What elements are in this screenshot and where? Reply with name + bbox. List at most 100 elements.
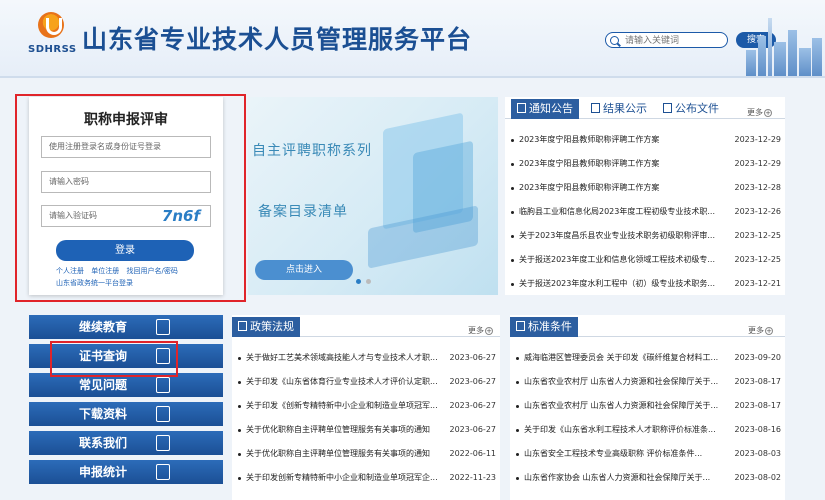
bullet-icon [238, 429, 241, 432]
list-item-date: 2023-12-28 [734, 183, 782, 192]
list-item-title[interactable]: 山东省安全工程技术专业高级职称 评价标准条件... [524, 442, 732, 466]
menu-continuing-education[interactable]: 继续教育 [29, 315, 223, 339]
list-item-title[interactable]: 关于2023年度昌乐县农业专业技术职务初级职称评审... [519, 224, 727, 248]
list-item[interactable]: 威海临港区管理委员会 关于印发《碳纤维复合材料工... 2023-09-20 [510, 346, 785, 370]
bullet-icon [511, 163, 514, 166]
login-highlight-box [15, 94, 246, 302]
plus-circle-icon: + [765, 327, 773, 335]
list-item-title[interactable]: 关于印发《山东省体育行业专业技术人才评价认定职... [246, 370, 454, 394]
list-item-title[interactable]: 山东省农业农村厅 山东省人力资源和社会保障厅关于... [524, 394, 732, 418]
standards-header: 标准条件 更多 + [510, 315, 785, 337]
bullet-icon [516, 453, 519, 456]
tab-standards[interactable]: 标准条件 [510, 317, 578, 337]
question-icon [156, 377, 170, 393]
list-item[interactable]: 临朐县工业和信息化局2023年度工程初级专业技术职... 2023-12-26 [505, 200, 785, 224]
bullet-icon [516, 477, 519, 480]
list-item[interactable]: 关于印发《山东省体育行业专业技术人才评价认定职... 2023-06-27 [232, 370, 500, 394]
bullet-icon [511, 283, 514, 286]
list-item[interactable]: 2023年度宁阳县教师职称评聘工作方案 2023-12-28 [505, 176, 785, 200]
download-icon [156, 406, 170, 422]
list-item-title[interactable]: 临朐县工业和信息化局2023年度工程初级专业技术职... [519, 200, 727, 224]
list-item[interactable]: 关于优化职称自主评聘单位管理服务有关事项的通知 2023-06-27 [232, 418, 500, 442]
bullet-icon [511, 211, 514, 214]
standards-more-link[interactable]: 更多 + [748, 325, 773, 336]
list-item-title[interactable]: 2023年度宁阳县教师职称评聘工作方案 [519, 176, 727, 200]
list-item[interactable]: 山东省作家协会 山东省人力资源和社会保障厅关于... 2023-08-02 [510, 466, 785, 490]
list-item-date: 2022-11-23 [449, 473, 497, 482]
list-item[interactable]: 关于报送2023年度水利工程中（初）级专业技术职务... 2023-12-21 [505, 272, 785, 296]
list-item-title[interactable]: 关于报送2023年度工业和信息化领域工程技术初级专... [519, 248, 727, 272]
list-item-date: 2023-08-02 [734, 473, 782, 482]
list-item[interactable]: 关于印发《创新专精特新中小企业和制造业单项冠军... 2023-06-27 [232, 394, 500, 418]
carousel-dot[interactable] [366, 279, 371, 284]
list-item[interactable]: 2023年度宁阳县教师职称评聘工作方案 2023-12-29 [505, 128, 785, 152]
notice-icon [517, 103, 526, 113]
policy-more-link[interactable]: 更多 + [468, 325, 493, 336]
notice-more-link[interactable]: 更多 + [747, 107, 772, 118]
bullet-icon [516, 381, 519, 384]
document-icon [663, 103, 672, 113]
list-item-title[interactable]: 关于报送2023年度水利工程中（初）级专业技术职务... [519, 272, 727, 296]
list-item[interactable]: 关于优化职称自主评聘单位管理服务有关事项的通知 2022-06-11 [232, 442, 500, 466]
list-item-date: 2023-06-27 [449, 377, 497, 386]
list-item[interactable]: 山东省农业农村厅 山东省人力资源和社会保障厅关于... 2023-08-17 [510, 394, 785, 418]
list-item-title[interactable]: 关于印发创新专精特新中小企业和制造业单项冠军企... [246, 466, 454, 490]
list-item-title[interactable]: 威海临港区管理委员会 关于印发《碳纤维复合材料工... [524, 346, 732, 370]
list-item-date: 2023-08-16 [734, 425, 782, 434]
bullet-icon [516, 357, 519, 360]
list-item-date: 2023-06-27 [449, 401, 497, 410]
list-item-title[interactable]: 关于印发《创新专精特新中小企业和制造业单项冠军... [246, 394, 454, 418]
list-item[interactable]: 关于做好工艺美术领域高技能人才与专业技术人才职... 2023-06-27 [232, 346, 500, 370]
notice-panel: 通知公告 结果公示 公布文件 更多 + 2023年度宁阳县教师职称评聘工作方案 20… [505, 97, 785, 295]
menu-downloads[interactable]: 下载资料 [29, 402, 223, 426]
tab-notice[interactable]: 通知公告 [511, 99, 579, 119]
site-header: SDHRSS 山东省专业技术人员管理服务平台 搜索 [0, 0, 825, 78]
bullet-icon [511, 235, 514, 238]
list-item-title[interactable]: 关于做好工艺美术领域高技能人才与专业技术人才职... [246, 346, 454, 370]
menu-contact-us[interactable]: 联系我们 [29, 431, 223, 455]
list-item[interactable]: 山东省农业农村厅 山东省人力资源和社会保障厅关于... 2023-08-17 [510, 370, 785, 394]
list-item-date: 2023-09-20 [734, 353, 782, 362]
chart-icon [156, 464, 170, 480]
logo-text: SDHRSS [28, 44, 77, 55]
site-title: 山东省专业技术人员管理服务平台 [82, 25, 473, 54]
list-item-title[interactable]: 关于优化职称自主评聘单位管理服务有关事项的通知 [246, 442, 454, 466]
list-item-title[interactable]: 山东省农业农村厅 山东省人力资源和社会保障厅关于... [524, 370, 732, 394]
list-item-date: 2023-08-03 [734, 449, 782, 458]
list-item-title[interactable]: 山东省作家协会 山东省人力资源和社会保障厅关于... [524, 466, 732, 490]
list-item-date: 2023-06-27 [449, 425, 497, 434]
list-item-title[interactable]: 关于印发《山东省水利工程技术人才职称评价标准条... [524, 418, 732, 442]
list-item-date: 2023-12-21 [734, 279, 782, 288]
list-item-title[interactable]: 关于优化职称自主评聘单位管理服务有关事项的通知 [246, 418, 454, 442]
site-logo[interactable]: SDHRSS [28, 12, 76, 64]
tab-policy[interactable]: 政策法规 [232, 317, 300, 337]
list-item-title[interactable]: 2023年度宁阳县教师职称评聘工作方案 [519, 152, 727, 176]
tab-documents[interactable]: 公布文件 [663, 99, 719, 119]
standards-panel: 标准条件 更多 + 威海临港区管理委员会 关于印发《碳纤维复合材料工... 2023… [510, 315, 785, 500]
menu-statistics[interactable]: 申报统计 [29, 460, 223, 484]
list-item[interactable]: 关于2023年度昌乐县农业专业技术职务初级职称评审... 2023-12-25 [505, 224, 785, 248]
bullet-icon [516, 429, 519, 432]
carousel-dot[interactable] [356, 279, 361, 284]
list-item[interactable]: 关于报送2023年度工业和信息化领域工程技术初级专... 2023-12-25 [505, 248, 785, 272]
search-icon [610, 35, 619, 45]
bullet-icon [511, 259, 514, 262]
bullet-icon [516, 405, 519, 408]
list-item[interactable]: 2023年度宁阳县教师职称评聘工作方案 2023-12-29 [505, 152, 785, 176]
list-item-date: 2023-12-26 [734, 207, 782, 216]
search-box[interactable] [605, 32, 728, 48]
list-item-date: 2023-06-27 [449, 353, 497, 362]
list-item[interactable]: 关于印发创新专精特新中小企业和制造业单项冠军企... 2022-11-23 [232, 466, 500, 490]
banner-carousel[interactable]: 自主评聘职称系列 备案目录清单 点击进入 [248, 97, 498, 295]
banner-headline: 自主评聘职称系列 [252, 143, 372, 159]
list-item-date: 2023-12-29 [734, 135, 782, 144]
banner-enter-button[interactable]: 点击进入 [255, 260, 353, 280]
list-item-title[interactable]: 2023年度宁阳县教师职称评聘工作方案 [519, 128, 727, 152]
list-item[interactable]: 关于印发《山东省水利工程技术人才职称评价标准条... 2023-08-16 [510, 418, 785, 442]
list-item[interactable]: 山东省安全工程技术专业高级职称 评价标准条件... 2023-08-03 [510, 442, 785, 466]
tab-results[interactable]: 结果公示 [591, 99, 647, 119]
search-input[interactable] [625, 35, 725, 45]
policy-header: 政策法规 更多 + [232, 315, 500, 337]
list-item-date: 2022-06-11 [449, 449, 497, 458]
certificate-highlight-box [50, 341, 178, 377]
